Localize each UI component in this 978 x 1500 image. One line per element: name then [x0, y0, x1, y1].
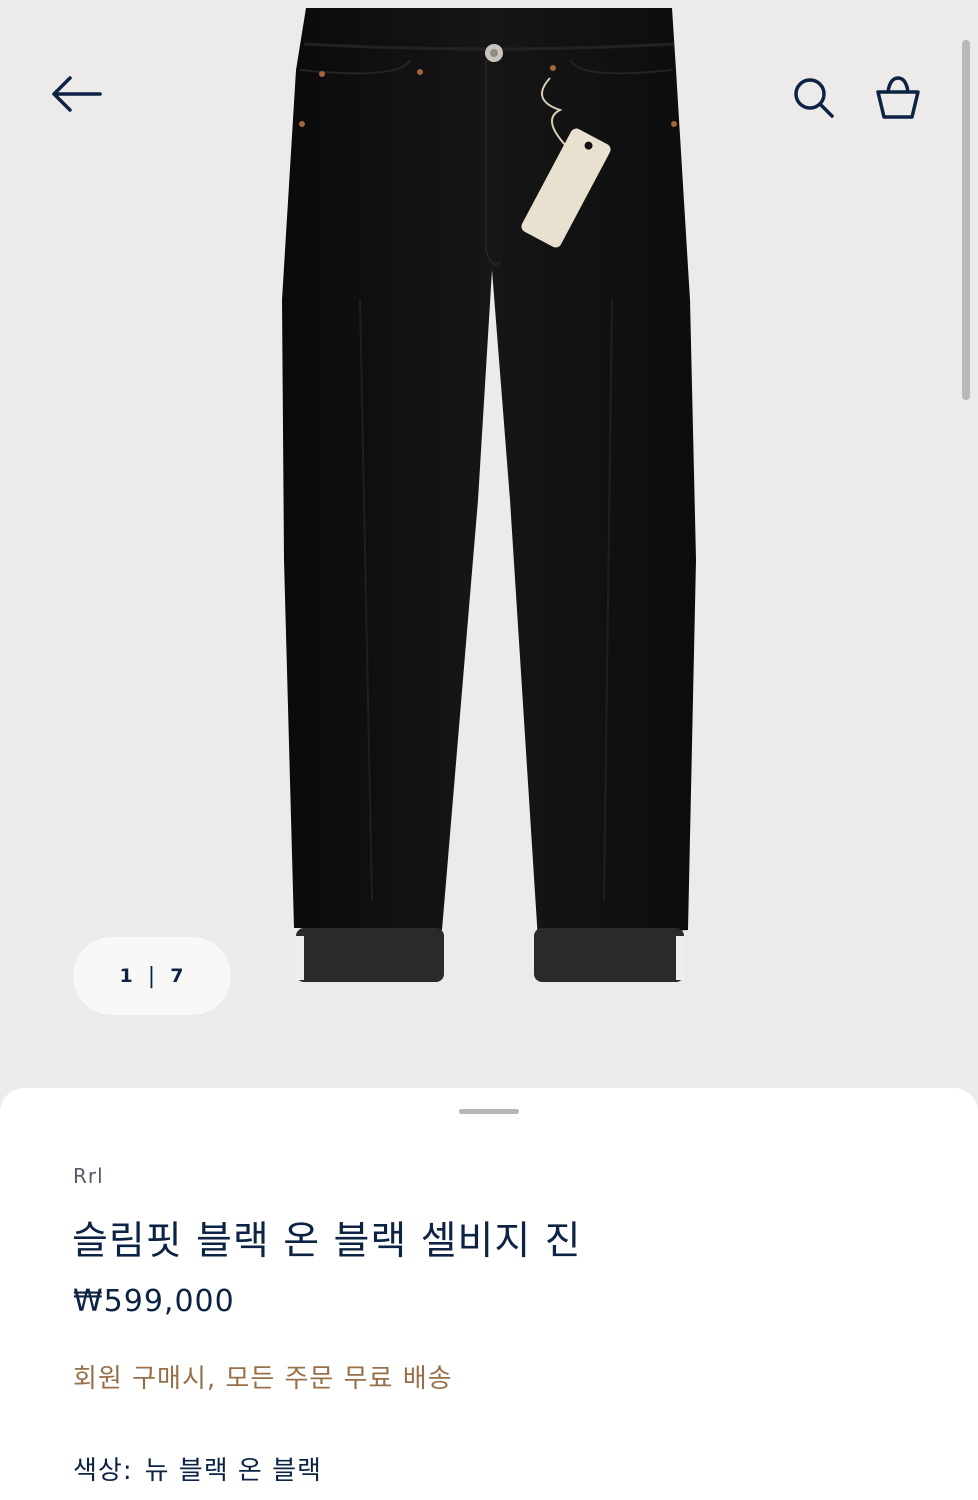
sheet-drag-handle[interactable]	[459, 1109, 519, 1114]
shopping-bag-button[interactable]	[866, 66, 930, 130]
back-button[interactable]	[44, 66, 108, 122]
brand-name: Rrl	[73, 1164, 104, 1188]
search-icon	[794, 78, 834, 118]
product-image-jeans[interactable]	[0, 0, 978, 1090]
counter-separator: |	[147, 963, 157, 989]
total-image-count: 7	[170, 965, 185, 987]
color-label: 색상:	[73, 1456, 133, 1486]
image-counter: 1 | 7	[73, 937, 231, 1015]
product-title: 슬림핏 블랙 온 블랙 셀비지 진	[72, 1219, 582, 1264]
current-image-index: 1	[119, 965, 134, 987]
product-image-gallery[interactable]: 1 | 7	[0, 0, 978, 1110]
shopping-bag-icon	[876, 76, 920, 119]
product-price: ₩599,000	[73, 1284, 235, 1319]
color-selection: 색상: 뉴 블랙 온 블랙	[73, 1450, 322, 1487]
scrollbar[interactable]	[962, 40, 970, 400]
color-value: 뉴 블랙 온 블랙	[144, 1456, 322, 1486]
arrow-left-icon	[52, 76, 102, 112]
free-shipping-promo: 회원 구매시, 모든 주문 무료 배송	[73, 1364, 453, 1394]
search-button[interactable]	[784, 68, 844, 128]
product-info-sheet: Rrl 슬림핏 블랙 온 블랙 셀비지 진 ₩599,000 회원 구매시, 모…	[0, 1088, 978, 1500]
